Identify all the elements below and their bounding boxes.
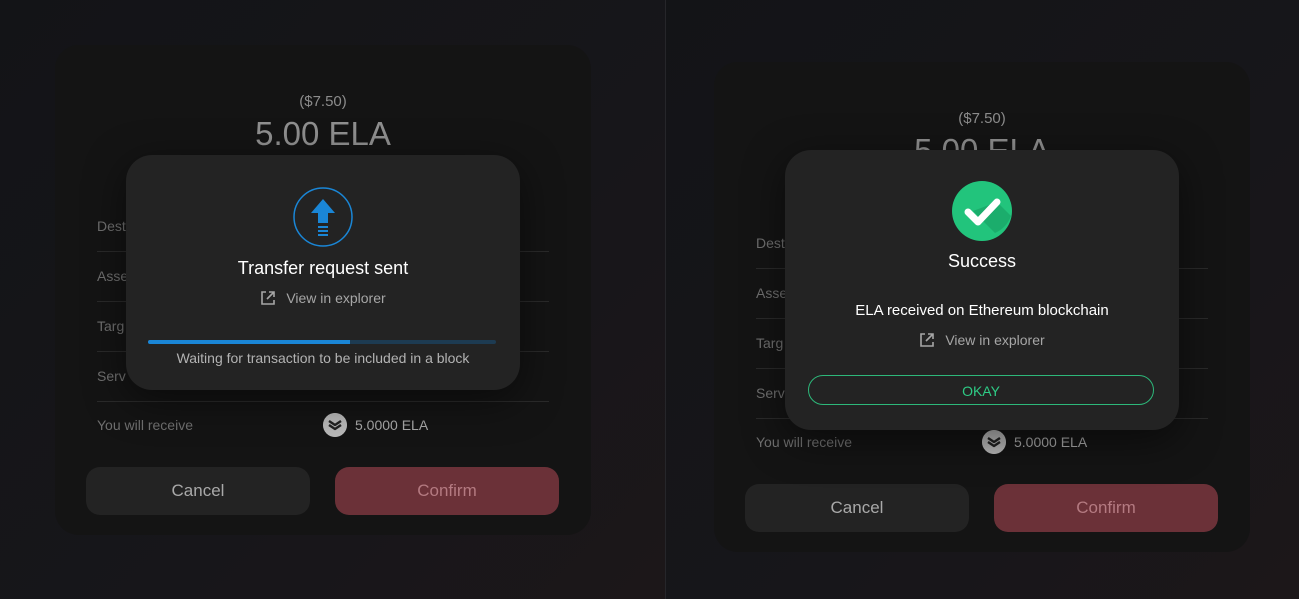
ela-coin-icon <box>982 430 1006 454</box>
fiat-amount: ($7.50) <box>299 93 347 110</box>
screen: ($7.50) 5.00 ELA Dest Asse Targ Serv You… <box>0 0 1299 599</box>
fiat-amount: ($7.50) <box>958 110 1006 127</box>
detail-label: Dest <box>97 218 126 234</box>
detail-label: Serv <box>97 368 126 384</box>
cancel-button[interactable]: Cancel <box>745 484 969 532</box>
detail-label: Asse <box>97 268 129 284</box>
detail-label: Asse <box>756 285 788 301</box>
upload-arrow-icon <box>293 187 353 247</box>
dialog-title: Success <box>947 251 1017 271</box>
ela-coin-icon <box>323 413 347 437</box>
receive-amount: 5.0000 ELA <box>1014 434 1088 450</box>
confirm-button[interactable]: Confirm <box>994 484 1218 532</box>
confirm-button[interactable]: Confirm <box>335 467 559 515</box>
cancel-button[interactable]: Cancel <box>86 467 310 515</box>
external-link-icon <box>261 291 276 305</box>
detail-label: Serv <box>756 385 785 401</box>
success-dialog: Success ELA received on Ethereum blockch… <box>785 150 1179 430</box>
detail-label: Dest <box>756 235 785 251</box>
right-panel: ($7.50) 5.00 ELA Dest Asse Targ Serv You… <box>666 0 1299 599</box>
detail-label: Targ <box>756 335 784 351</box>
status-text: Waiting for transaction to be included i… <box>176 350 470 366</box>
receive-label: You will receive <box>756 434 852 450</box>
view-in-explorer-link[interactable]: View in explorer <box>126 290 520 306</box>
okay-button[interactable]: OKAY <box>808 375 1154 405</box>
explorer-label: View in explorer <box>945 332 1045 348</box>
check-circle-icon <box>952 181 1012 241</box>
view-in-explorer-link[interactable]: View in explorer <box>785 332 1179 348</box>
receive-value: 5.0000 ELA <box>982 430 1087 454</box>
progress-bar <box>148 340 496 344</box>
detail-row-receive: You will receive 5.0000 ELA <box>97 400 549 450</box>
success-message: ELA received on Ethereum blockchain <box>855 302 1109 319</box>
external-link-icon <box>920 333 935 347</box>
progress-fill <box>148 340 350 344</box>
detail-label: Targ <box>97 318 125 334</box>
receive-value: 5.0000 ELA <box>323 413 428 437</box>
receive-label: You will receive <box>97 417 193 433</box>
explorer-label: View in explorer <box>286 290 386 306</box>
token-amount: 5.00 ELA <box>255 115 391 152</box>
receive-amount: 5.0000 ELA <box>355 417 429 433</box>
dialog-title: Transfer request sent <box>237 258 409 278</box>
left-panel: ($7.50) 5.00 ELA Dest Asse Targ Serv You… <box>0 0 665 599</box>
transfer-sent-dialog: Transfer request sent View in explorer W… <box>126 155 520 390</box>
